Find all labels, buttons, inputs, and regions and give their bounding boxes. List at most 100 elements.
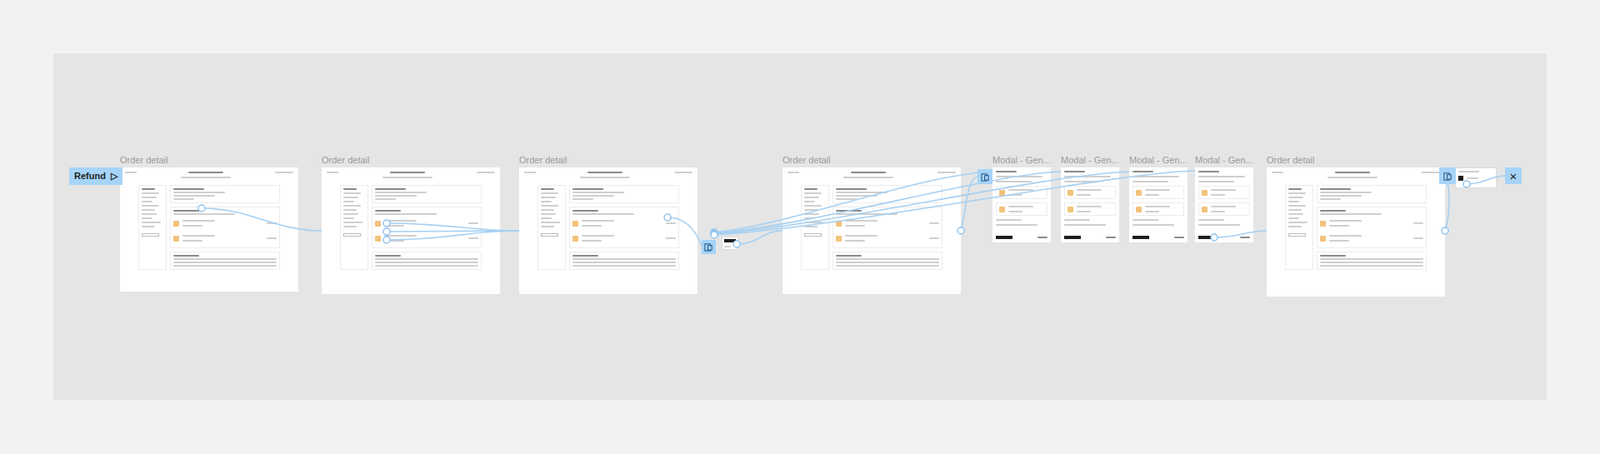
- side-button: [804, 233, 822, 237]
- text-line: [581, 240, 602, 242]
- overlay-trigger[interactable]: [977, 169, 993, 185]
- back-link: [326, 171, 339, 174]
- text-line: [804, 209, 818, 211]
- text-line: [995, 170, 1017, 173]
- page-header: [787, 171, 956, 179]
- text-line: [1320, 258, 1424, 260]
- modal-frame[interactable]: [1195, 167, 1254, 243]
- text-line: [540, 225, 555, 228]
- main-column: [832, 185, 943, 270]
- popup-item: [724, 239, 736, 243]
- modal-footer: [1198, 235, 1250, 240]
- text-line: [1198, 224, 1240, 226]
- text-line: [724, 245, 731, 248]
- product-thumb: [572, 220, 579, 227]
- item-row: [572, 235, 676, 242]
- page-frame[interactable]: [321, 167, 500, 295]
- text-line: [375, 261, 479, 264]
- text-line: [1008, 194, 1023, 196]
- item-row: [173, 220, 277, 227]
- customer-card: [138, 185, 167, 270]
- frame-label[interactable]: Order detail: [120, 155, 168, 166]
- text-line: [375, 195, 417, 197]
- text-line: [804, 213, 820, 215]
- side-button: [343, 233, 361, 237]
- text-line: [343, 209, 357, 211]
- totals-card: [371, 251, 482, 270]
- page-frame[interactable]: [782, 167, 961, 295]
- back-link: [524, 171, 536, 174]
- page-header: [524, 171, 693, 179]
- total: [1105, 236, 1116, 239]
- modal-item: [1064, 185, 1116, 200]
- frame-label[interactable]: Order detail: [1266, 155, 1315, 166]
- modal-frame[interactable]: [992, 167, 1051, 243]
- item-text: [1076, 189, 1113, 196]
- text-line: [182, 235, 215, 237]
- frame-label[interactable]: Modal - Gen...: [992, 155, 1051, 166]
- item-text: [384, 220, 465, 227]
- page-frame[interactable]: [519, 167, 698, 295]
- flow-start-label[interactable]: Refund ▷: [69, 167, 123, 185]
- text-line: [1064, 219, 1090, 221]
- text-line: [540, 192, 559, 195]
- text-line: [1335, 171, 1370, 174]
- page-body: [524, 185, 693, 270]
- text-line: [581, 225, 602, 227]
- summary-card: [569, 185, 680, 204]
- text-line: [1466, 177, 1479, 180]
- frame-label[interactable]: Order detail: [782, 155, 830, 166]
- text-line: [173, 261, 277, 264]
- page-title: [580, 171, 630, 179]
- product-thumb: [1135, 206, 1142, 213]
- product-thumb: [173, 235, 180, 242]
- product-thumb: [999, 190, 1005, 196]
- overlay-trigger[interactable]: [701, 240, 716, 255]
- text-line: [1064, 180, 1100, 183]
- frame-label[interactable]: Order detail: [519, 155, 567, 166]
- confirm-button[interactable]: [1132, 235, 1150, 240]
- item-text: [1210, 205, 1247, 213]
- frame-label[interactable]: Order detail: [321, 155, 370, 166]
- confirm-button[interactable]: [1198, 235, 1215, 240]
- main-column: [1316, 185, 1427, 270]
- modal-frame[interactable]: [1129, 167, 1188, 243]
- text-line: [343, 200, 355, 203]
- frame-label[interactable]: Modal - Gen...: [1129, 155, 1188, 166]
- product-thumb: [835, 235, 842, 242]
- text-line: [845, 240, 865, 242]
- frame-label[interactable]: Modal - Gen...: [1195, 155, 1254, 166]
- frame-label[interactable]: Modal - Gen...: [1060, 155, 1120, 166]
- page-title: [180, 171, 231, 179]
- text-line: [845, 235, 878, 237]
- confirm-button[interactable]: [995, 235, 1013, 240]
- item-text: [845, 235, 926, 242]
- text-line: [835, 188, 867, 190]
- total: [1037, 236, 1048, 239]
- text-line: [1210, 189, 1236, 191]
- text-line: [804, 200, 815, 203]
- page-frame[interactable]: [120, 167, 299, 292]
- text-line: [587, 171, 623, 174]
- toast-row: [1458, 175, 1494, 181]
- modal-footer: [1064, 235, 1116, 240]
- item-text: [182, 235, 264, 242]
- text-line: [1320, 195, 1362, 197]
- modal-item: [995, 202, 1048, 216]
- summary-card: [832, 185, 943, 204]
- overlay-icon: [704, 242, 714, 252]
- overlay-trigger[interactable]: [1439, 167, 1456, 185]
- figma-canvas[interactable]: Order detail Order detail Order detail Orde…: [0, 0, 1600, 454]
- text-line: [1064, 224, 1106, 226]
- item-price: [665, 222, 676, 225]
- confirm-button[interactable]: [1064, 235, 1081, 240]
- product-thumb: [999, 206, 1005, 213]
- close-icon[interactable]: ×: [1505, 167, 1522, 185]
- item-price: [468, 237, 479, 240]
- text-line: [343, 213, 359, 215]
- page-frame[interactable]: [1266, 167, 1445, 297]
- modal-frame[interactable]: [1060, 167, 1120, 243]
- flow-name: Refund: [74, 169, 106, 184]
- play-icon[interactable]: ▷: [110, 169, 118, 184]
- text-line: [1288, 209, 1302, 211]
